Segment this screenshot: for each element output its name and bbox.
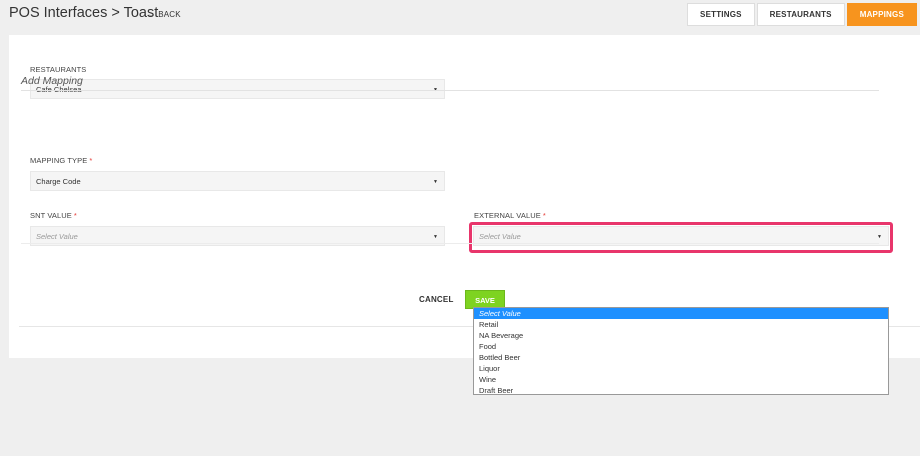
top-bar: POS Interfaces > Toast ← BACK SETTINGS RE… [0,0,920,30]
form-divider [21,243,879,244]
external-value-dropdown[interactable]: Select Value Retail NA Beverage Food Bot… [473,307,889,395]
arrow-left-icon: ← [146,9,156,19]
external-value-highlight [469,222,893,253]
required-mark: * [542,211,546,220]
caret-down-icon: ▼ [433,234,438,240]
external-value-label: EXTERNAL VALUE * [474,211,546,220]
page-title: POS Interfaces > Toast [9,5,159,21]
cancel-button[interactable]: CANCEL [419,295,454,304]
section-title: Add Mapping [21,75,83,87]
tab-bar: SETTINGS RESTAURANTS MAPPINGS [685,3,917,26]
mapping-type-select[interactable]: Charge Code ▼ [30,171,445,191]
dropdown-option[interactable]: Food [474,341,888,352]
dropdown-option[interactable]: Retail [474,319,888,330]
snt-value-select-placeholder: Select Value [36,232,78,241]
dropdown-option[interactable]: NA Beverage [474,330,888,341]
mapping-type-label: MAPPING TYPE * [30,156,92,165]
tab-restaurants[interactable]: RESTAURANTS [756,3,845,26]
back-label: BACK [158,10,181,19]
required-mark: * [89,156,93,165]
snt-value-label: SNT VALUE * [30,211,77,220]
dropdown-option[interactable]: Bottled Beer [474,352,888,363]
snt-value-label-text: SNT VALUE [30,211,72,220]
dropdown-option[interactable]: Draft Beer [474,385,888,396]
external-value-label-text: EXTERNAL VALUE [474,211,541,220]
section-divider [21,90,879,91]
back-link[interactable]: ← BACK [146,9,181,19]
dropdown-option[interactable]: Wine [474,374,888,385]
restaurants-select[interactable]: Cafe Chelsea ▼ [30,79,445,99]
required-mark: * [73,211,77,220]
dropdown-option[interactable]: Liquor [474,363,888,374]
tab-mappings[interactable]: MAPPINGS [846,3,917,26]
tab-settings[interactable]: SETTINGS [687,3,755,26]
mapping-type-select-value: Charge Code [36,177,81,186]
dropdown-option[interactable]: Select Value [474,308,888,319]
mapping-type-label-text: MAPPING TYPE [30,156,88,165]
restaurants-label: RESTAURANTS [30,65,87,74]
caret-down-icon: ▼ [433,179,438,185]
